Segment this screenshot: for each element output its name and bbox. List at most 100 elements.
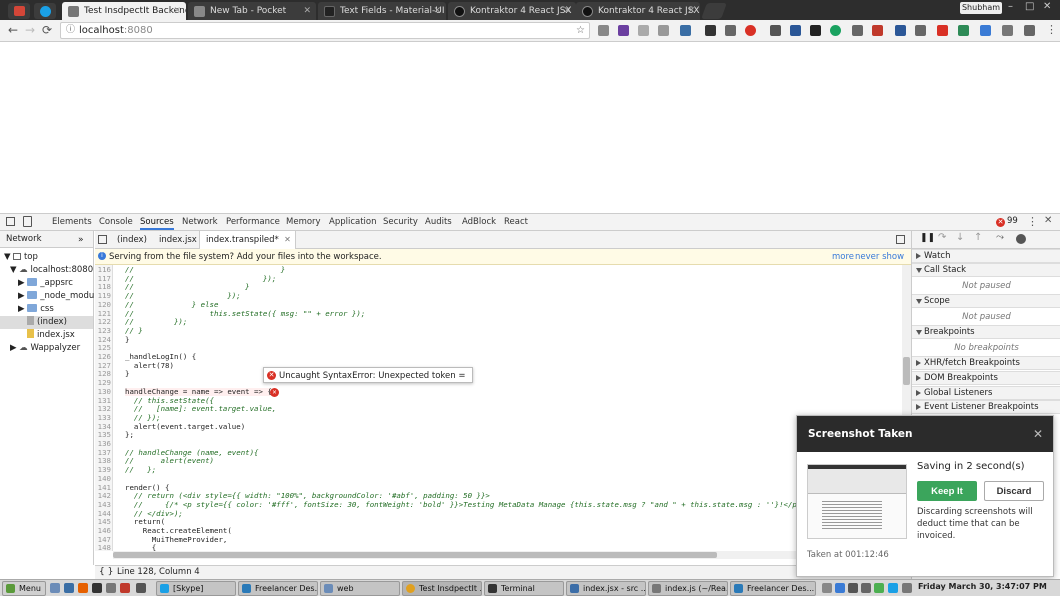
error-icon[interactable]: ✕ (996, 218, 1005, 227)
tab-pocket[interactable]: New Tab - Pocket ✕ (188, 2, 316, 20)
code-area[interactable]: 116// } 117// }); 118// } 119// }); 120// } … (95, 265, 901, 551)
close-tab-icon[interactable]: ✕ (173, 2, 181, 20)
horizontal-scrollbar[interactable] (113, 551, 901, 559)
tab-adblock[interactable]: AdBlock (462, 214, 496, 230)
inline-error-icon[interactable]: ✕ (270, 387, 279, 397)
taskbar-window-freelancer-2[interactable]: Freelancer Des... (730, 581, 816, 596)
close-icon[interactable]: ✕ (1033, 416, 1043, 452)
section-breakpoints[interactable]: Breakpoints (912, 325, 1060, 339)
tray-icon[interactable] (822, 583, 832, 593)
tray-icon[interactable] (861, 583, 871, 593)
inspect-element-icon[interactable] (6, 217, 15, 226)
editor-tab-index[interactable]: (index) (111, 231, 153, 249)
devtools-menu-icon[interactable]: ⋮ (1027, 215, 1038, 228)
filezilla-icon[interactable] (120, 583, 130, 593)
section-event-listener-breakpoints[interactable]: Event Listener Breakpoints (912, 400, 1060, 414)
tab-material-ui[interactable]: Text Fields - Material-UI ✕ (318, 2, 446, 20)
code-line[interactable]: alert(event.target.value) (125, 422, 245, 432)
banner-never-show-link[interactable]: never show (855, 249, 904, 265)
taskbar-window-skype[interactable]: [Skype] (156, 581, 236, 596)
pretty-print-icon[interactable]: { } (99, 566, 113, 579)
files-icon[interactable] (106, 583, 116, 593)
minimize-icon[interactable]: – (1008, 1, 1013, 12)
code-line[interactable]: }; (125, 431, 134, 440)
address-bar[interactable]: ⓘ localhost:8080 ☆ (60, 22, 590, 39)
line-number[interactable]: 148 (95, 544, 111, 551)
show-desktop-icon[interactable] (50, 583, 60, 593)
device-toolbar-icon[interactable] (23, 216, 32, 227)
close-window-icon[interactable]: ✕ (1043, 1, 1051, 12)
menu-dots-icon[interactable]: ⋮ (1046, 23, 1057, 36)
close-tab-icon[interactable]: ✕ (433, 2, 441, 20)
more-tabs-icon[interactable]: » (78, 232, 84, 249)
tree-item-wappalyzer[interactable]: ▶ ☁ Wappalyzer (10, 342, 80, 355)
gmail-pinned-tab[interactable] (8, 3, 30, 19)
extension-icon[interactable] (937, 25, 948, 36)
new-tab-button[interactable] (701, 3, 727, 19)
taskbar-window-index-js[interactable]: index.js (~/Rea... (648, 581, 728, 596)
tab-audits[interactable]: Audits (425, 214, 452, 230)
firefox-icon[interactable] (78, 583, 88, 593)
tab-performance[interactable]: Performance (226, 214, 280, 230)
section-dom-breakpoints[interactable]: DOM Breakpoints (912, 371, 1060, 385)
network-icon[interactable] (902, 583, 912, 593)
code-line[interactable]: alert(78) (125, 361, 174, 371)
start-menu-button[interactable]: Menu (2, 581, 46, 596)
toggle-debugger-icon[interactable] (896, 235, 905, 244)
tree-item-index[interactable]: (index) (0, 316, 93, 329)
tab-kontraktor-2[interactable]: Kontraktor 4 React JSX ✕ (576, 2, 700, 20)
scroll-thumb[interactable] (903, 357, 910, 385)
tab-network[interactable]: Network (182, 214, 218, 230)
bootstrap-ext-icon[interactable] (618, 25, 629, 36)
taskbar-window-web[interactable]: web (320, 581, 400, 596)
extension-icon[interactable] (770, 25, 781, 36)
tree-item-top[interactable]: ▼ top (4, 251, 38, 264)
forward-icon[interactable]: → (25, 23, 35, 37)
banner-more-link[interactable]: more (832, 249, 854, 265)
tab-security[interactable]: Security (383, 214, 418, 230)
tree-item-localhost[interactable]: ▼ ☁ localhost:8080 (10, 264, 93, 277)
shield-icon[interactable] (874, 583, 884, 593)
extension-icon[interactable] (725, 25, 736, 36)
error-count[interactable]: 99 (1007, 216, 1018, 226)
close-tab-icon[interactable]: ✕ (687, 2, 695, 20)
tray-icon[interactable] (835, 583, 845, 593)
section-scope[interactable]: Scope (912, 294, 1060, 308)
tab-memory[interactable]: Memory (286, 214, 321, 230)
back-icon[interactable]: ← (8, 23, 18, 37)
pause-on-exceptions-icon[interactable] (1016, 234, 1026, 244)
extension-icon[interactable] (852, 25, 863, 36)
maximize-icon[interactable]: □ (1025, 1, 1034, 12)
extension-icon[interactable] (790, 25, 801, 36)
section-watch[interactable]: Watch (912, 249, 1060, 263)
tray-icon[interactable] (848, 583, 858, 593)
code-line[interactable]: } (125, 370, 129, 379)
extension-icon[interactable] (915, 25, 926, 36)
tab-console[interactable]: Console (99, 214, 133, 230)
tree-item-index-jsx[interactable]: index.jsx (27, 329, 75, 342)
editor-tab-index-jsx[interactable]: index.jsx (153, 231, 203, 249)
tab-react[interactable]: React (504, 214, 528, 230)
navigator-tab-network[interactable]: Network (6, 234, 42, 244)
taskbar-window-index-jsx[interactable]: index.jsx - src ... (566, 581, 646, 596)
extension-icon[interactable] (830, 25, 841, 36)
taskbar-window-chrome[interactable]: Test InsdpectIt ... (402, 581, 482, 596)
scroll-thumb[interactable] (113, 552, 717, 558)
section-xhr-breakpoints[interactable]: XHR/fetch Breakpoints (912, 356, 1060, 370)
step-over-icon[interactable]: ↷ (938, 232, 946, 243)
reload-icon[interactable]: ⟳ (42, 23, 52, 37)
tab-sources[interactable]: Sources (140, 214, 174, 230)
bookmark-star-icon[interactable]: ☆ (576, 23, 585, 38)
tree-item-appsrc[interactable]: ▶ _appsrc (18, 277, 73, 290)
code-line[interactable]: // {/* <p style={{ color: '#fff', fontSi… (125, 500, 801, 510)
extension-icon[interactable] (1002, 25, 1013, 36)
toggle-navigator-icon[interactable] (98, 235, 107, 244)
launcher-icon[interactable] (64, 583, 74, 593)
taskbar-window-terminal[interactable]: Terminal (484, 581, 564, 596)
extension-icon[interactable] (958, 25, 969, 36)
section-call-stack[interactable]: Call Stack (912, 263, 1060, 277)
deactivate-breakpoints-icon[interactable]: ⤳ (996, 232, 1004, 243)
extension-icon[interactable] (980, 25, 991, 36)
extension-icon[interactable] (680, 25, 691, 36)
clock[interactable]: Friday March 30, 3:47:07 PM (918, 582, 1047, 591)
